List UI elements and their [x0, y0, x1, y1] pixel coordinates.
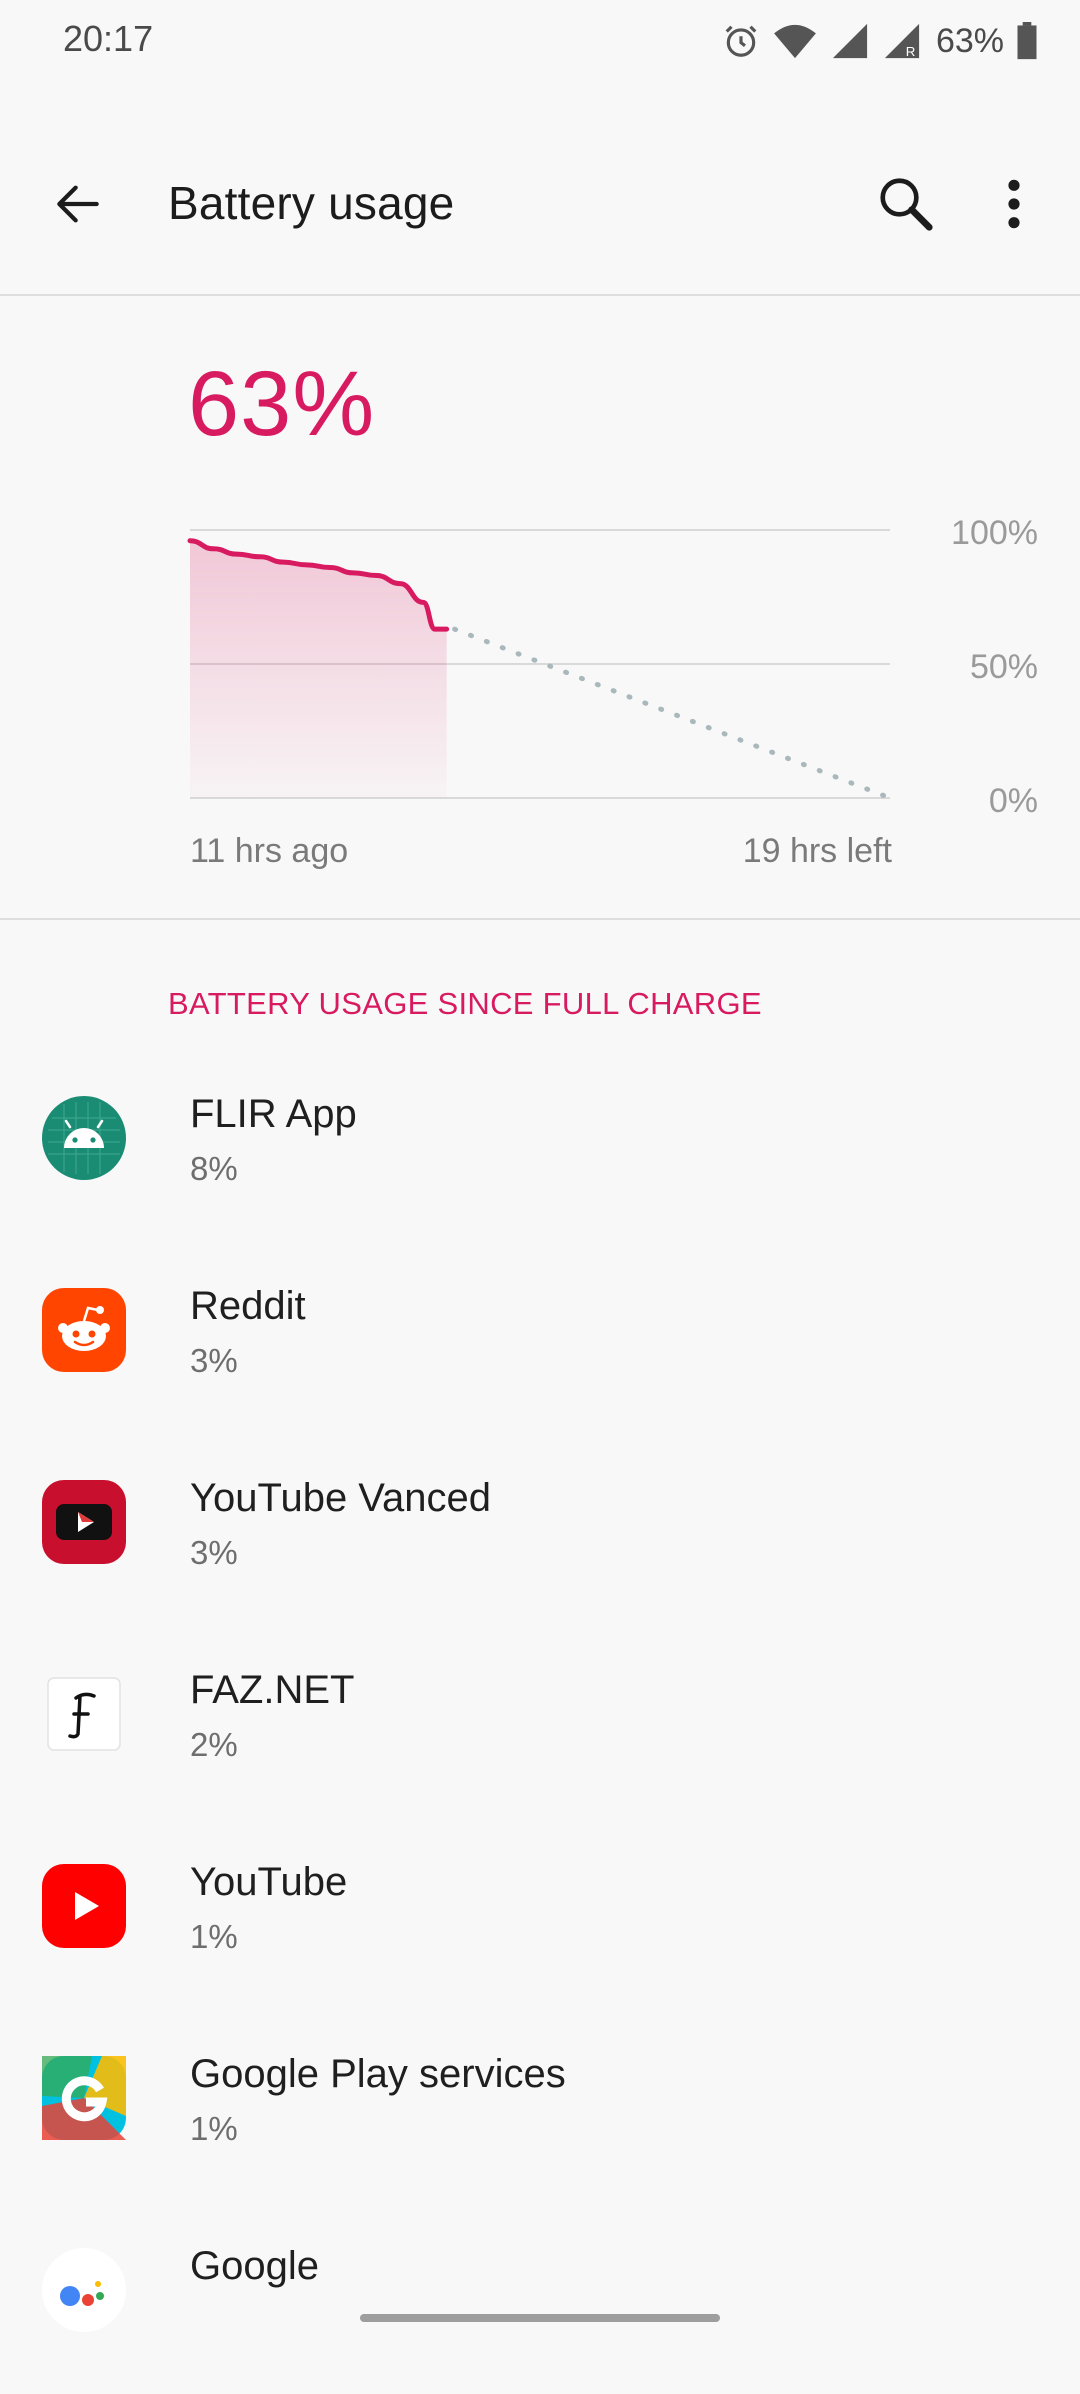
app-usage: 3% [190, 1342, 238, 1379]
app-name: Reddit [190, 1284, 306, 1328]
arrow-back-icon [50, 176, 106, 237]
app-usage: 1% [190, 1918, 238, 1955]
status-icons: R 63% [722, 18, 1038, 64]
app-usage: 1% [190, 2110, 238, 2147]
google-icon [42, 2248, 126, 2332]
y-tick-label: 0% [988, 782, 1038, 820]
app-name: YouTube [190, 1860, 348, 1904]
alarm-icon [722, 22, 760, 60]
list-item[interactable]: FLIR App 8% [0, 1050, 1080, 1242]
list-item[interactable]: FAZ.NET 2% [0, 1626, 1080, 1818]
search-icon [875, 173, 937, 240]
youtube-icon [42, 1864, 126, 1948]
app-name: Google [190, 2244, 319, 2288]
app-usage-list: FLIR App 8% Reddit 3% YouTube Vanced 3% … [0, 1050, 1080, 2394]
list-item[interactable]: YouTube 1% [0, 1818, 1080, 2010]
app-name: Google Play services [190, 2052, 566, 2096]
signal-icon [830, 22, 870, 60]
y-tick-label: 100% [951, 514, 1038, 552]
list-item[interactable]: Google [0, 2202, 1080, 2394]
wifi-icon [772, 22, 818, 60]
y-tick-label: 50% [969, 648, 1038, 686]
google-play-services-icon [42, 2056, 126, 2140]
more-options-button[interactable] [974, 166, 1054, 246]
x-end-label: 19 hrs left [742, 832, 892, 870]
app-usage: 3% [190, 1534, 238, 1571]
page-title: Battery usage [168, 177, 455, 229]
android-icon [42, 1096, 126, 1180]
battery-level-text: 63% [188, 353, 376, 455]
x-start-label: 11 hrs ago [190, 832, 349, 870]
app-usage: 8% [190, 1150, 238, 1187]
divider [0, 294, 1080, 296]
status-time: 20:17 [63, 18, 154, 59]
svg-text:R: R [906, 44, 916, 59]
list-item[interactable]: Reddit 3% [0, 1242, 1080, 1434]
status-battery-percent: 63% [935, 21, 1004, 60]
app-bar: Battery usage [0, 140, 1080, 270]
gesture-nav-handle[interactable] [360, 2314, 720, 2322]
app-name: FLIR App [190, 1092, 357, 1136]
faz-icon [42, 1672, 126, 1756]
battery-icon [1016, 22, 1038, 60]
signal-roaming-icon: R [882, 22, 922, 60]
app-name: YouTube Vanced [190, 1476, 491, 1520]
list-item[interactable]: Google Play services 1% [0, 2010, 1080, 2202]
battery-chart-svg [187, 529, 893, 801]
back-button[interactable] [40, 168, 116, 244]
more-vert-icon [1004, 176, 1024, 237]
youtube-vanced-icon [42, 1480, 126, 1564]
battery-chart: 100% 50% 0% 11 hrs ago 19 hrs left [0, 500, 1080, 890]
history-area [190, 540, 447, 798]
divider [0, 918, 1080, 920]
app-usage: 2% [190, 1726, 238, 1763]
reddit-icon [42, 1288, 126, 1372]
projection-line [452, 626, 893, 801]
list-item[interactable]: YouTube Vanced 3% [0, 1434, 1080, 1626]
search-button[interactable] [866, 166, 946, 246]
section-header: BATTERY USAGE SINCE FULL CHARGE [168, 986, 762, 1021]
app-name: FAZ.NET [190, 1668, 355, 1712]
status-bar: 20:17 R 63% [0, 0, 1080, 82]
